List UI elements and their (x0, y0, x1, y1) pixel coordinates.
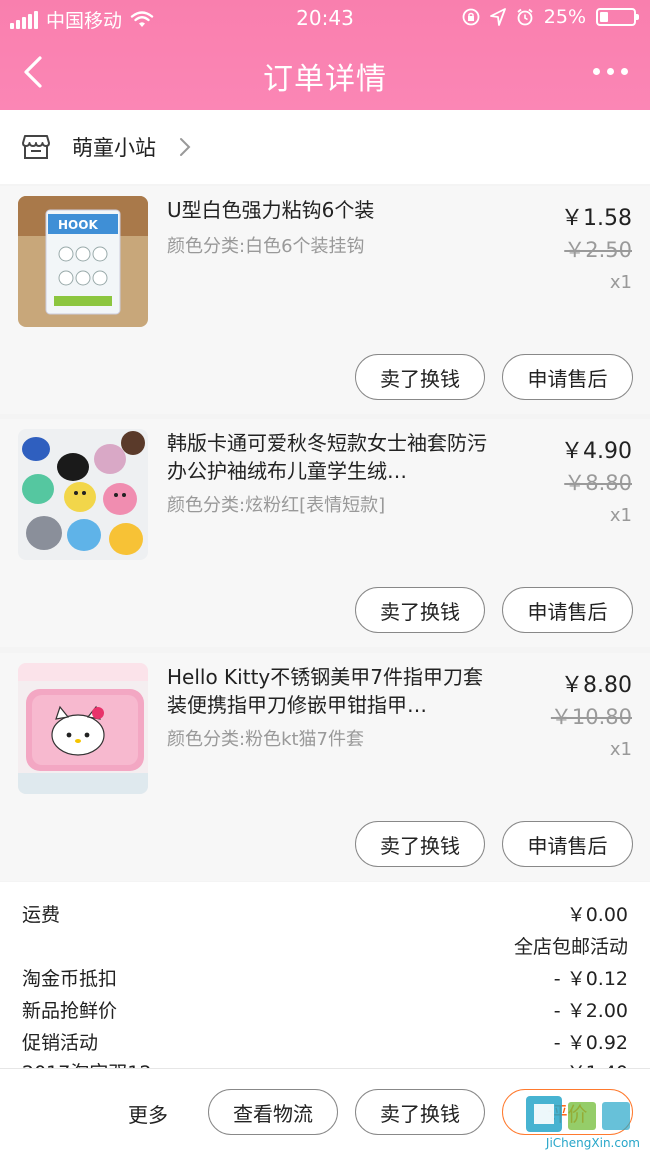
item-sku: 颜色分类:炫粉红[表情短款] (167, 495, 386, 516)
hello-kitty-nail-kit-image[interactable] (18, 663, 148, 794)
fee-row-double12: 2017淘宝双12 - ￥1.40 (0, 1058, 650, 1068)
item-original-price: ￥8.80 (564, 471, 632, 495)
sell-button[interactable]: 卖了换钱 (355, 354, 485, 400)
fee-row-shipping-note: 全店包邮活动 (0, 932, 650, 962)
fee-summary: 运费 ￥0.00 全店包邮活动 淘金币抵扣 - ￥0.12 新品抢鲜价 - ￥2… (0, 882, 650, 1068)
fee-label: 2017淘宝双12 (22, 1058, 152, 1068)
item-sku: 颜色分类:白色6个装挂钩 (167, 236, 365, 257)
item-price: ￥8.80 (561, 673, 632, 698)
fee-value: - ￥0.12 (553, 968, 628, 990)
status-bar: 中国移动 20:43 25% (0, 0, 650, 36)
item-price: ￥4.90 (561, 439, 632, 464)
item-title[interactable]: U型白色强力粘钩6个装 (167, 196, 497, 224)
item-title[interactable]: Hello Kitty不锈钢美甲7件指甲刀套装便携指甲刀修嵌甲钳指甲… (167, 663, 497, 719)
item-price: ￥1.58 (561, 206, 632, 231)
fee-label: 淘金币抵扣 (22, 968, 118, 990)
view-logistics-button[interactable]: 查看物流 (208, 1089, 338, 1135)
sell-button[interactable]: 卖了换钱 (355, 821, 485, 867)
fee-value: - ￥2.00 (553, 1000, 628, 1022)
top-header: 中国移动 20:43 25% 订单详情 (0, 0, 650, 110)
shop-row[interactable]: 萌童小站 (0, 110, 650, 184)
rotation-lock-icon (462, 8, 480, 26)
fee-label: 新品抢鲜价 (22, 1000, 118, 1022)
page-title: 订单详情 (263, 62, 387, 97)
item-quantity: x1 (609, 505, 632, 526)
nav-bar: 订单详情 (0, 36, 650, 110)
fee-row-new: 新品抢鲜价 - ￥2.00 (0, 996, 650, 1026)
watermark-url: JiChengXin.com (545, 1136, 640, 1150)
battery-percent: 25% (543, 6, 586, 28)
order-item[interactable]: HOOK U型白色强力粘钩6个装 颜色分类:白色6个装挂钩 ￥1.58 ￥2.5… (0, 186, 650, 414)
cartoon-sleeves-product-image[interactable] (18, 429, 148, 560)
fee-row-coin: 淘金币抵扣 - ￥0.12 (0, 964, 650, 994)
item-original-price: ￥10.80 (550, 705, 632, 729)
fee-label: 促销活动 (22, 1032, 99, 1054)
store-icon (22, 135, 50, 159)
item-title[interactable]: 韩版卡通可爱秋冬短款女士袖套防污办公护袖绒布儿童学生绒… (167, 429, 497, 485)
hook-product-image[interactable]: HOOK (18, 196, 148, 327)
watermark-logo-icon (526, 1096, 630, 1132)
sell-button[interactable]: 卖了换钱 (355, 587, 485, 633)
svg-text:HOOK: HOOK (58, 218, 98, 232)
fee-row-promo: 促销活动 - ￥0.92 (0, 1028, 650, 1058)
after-sale-button[interactable]: 申请售后 (502, 354, 633, 400)
battery-fill (600, 12, 608, 22)
fee-label: 运费 (22, 904, 61, 926)
site-watermark: JiChengXin.com (524, 1094, 644, 1150)
fee-value: - ￥0.92 (553, 1032, 628, 1054)
battery-icon (596, 8, 639, 26)
order-item[interactable]: Hello Kitty不锈钢美甲7件指甲刀套装便携指甲刀修嵌甲钳指甲… 颜色分类… (0, 653, 650, 881)
after-sale-button[interactable]: 申请售后 (502, 587, 633, 633)
more-button[interactable]: 更多 (128, 1099, 168, 1128)
fee-value: - ￥1.40 (554, 1058, 628, 1068)
item-quantity: x1 (609, 272, 632, 293)
shop-name[interactable]: 萌童小站 (72, 132, 156, 162)
fee-note: 全店包邮活动 (513, 936, 628, 958)
item-sku: 颜色分类:粉色kt猫7件套 (167, 729, 364, 750)
fee-value: ￥0.00 (566, 904, 628, 926)
order-item[interactable]: 韩版卡通可爱秋冬短款女士袖套防污办公护袖绒布儿童学生绒… 颜色分类:炫粉红[表情… (0, 419, 650, 647)
alarm-icon (517, 8, 533, 26)
sell-button[interactable]: 卖了换钱 (355, 1089, 485, 1135)
item-original-price: ￥2.50 (564, 238, 632, 262)
fee-row-shipping: 运费 ￥0.00 (0, 900, 650, 930)
more-options-icon[interactable] (593, 68, 628, 75)
item-quantity: x1 (609, 739, 632, 760)
status-right: 25% (462, 6, 639, 28)
chevron-right-icon (180, 138, 191, 156)
location-icon (489, 8, 506, 26)
after-sale-button[interactable]: 申请售后 (502, 821, 633, 867)
